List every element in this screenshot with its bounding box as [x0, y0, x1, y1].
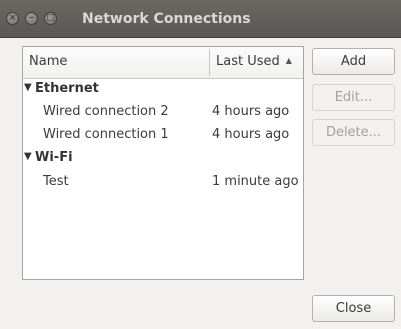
- close-icon: ×: [8, 13, 17, 23]
- connections-tree[interactable]: Name Last Used ▲ ▼ Ethernet Wired connect…: [22, 46, 304, 280]
- delete-button[interactable]: Delete...: [312, 119, 395, 146]
- sort-ascending-icon: ▲: [285, 56, 292, 65]
- column-header-name[interactable]: Name: [29, 54, 67, 69]
- connection-name: Wired connection 2: [43, 104, 169, 119]
- group-row-wifi[interactable]: ▼ Wi-Fi: [23, 147, 303, 170]
- group-label: Ethernet: [35, 81, 99, 96]
- connection-name: Wired connection 1: [43, 127, 169, 142]
- maximize-icon: □: [46, 13, 55, 23]
- expander-icon[interactable]: ▼: [24, 82, 32, 93]
- window-minimize-button[interactable]: –: [25, 12, 38, 25]
- window-title: Network Connections: [82, 11, 251, 27]
- column-header-last-used-label: Last Used: [216, 54, 280, 69]
- connection-row[interactable]: Wired connection 1 4 hours ago: [23, 124, 303, 147]
- close-button[interactable]: Close: [312, 295, 395, 322]
- minimize-icon: –: [29, 13, 34, 23]
- edit-button[interactable]: Edit...: [312, 84, 395, 111]
- group-row-ethernet[interactable]: ▼ Ethernet: [23, 78, 303, 101]
- column-header-last-used[interactable]: Last Used ▲: [216, 54, 292, 69]
- expander-icon[interactable]: ▼: [24, 151, 32, 162]
- connection-last-used: 4 hours ago: [212, 127, 290, 142]
- window-maximize-button[interactable]: □: [44, 12, 57, 25]
- window-close-button[interactable]: ×: [6, 12, 19, 25]
- connection-name: Test: [43, 174, 69, 189]
- tree-header: Name Last Used ▲: [23, 47, 303, 79]
- connection-last-used: 1 minute ago: [212, 174, 299, 189]
- connection-row[interactable]: Wired connection 2 4 hours ago: [23, 101, 303, 124]
- add-button[interactable]: Add: [312, 48, 395, 75]
- title-bar: × – □ Network Connections: [0, 0, 401, 38]
- column-divider[interactable]: [209, 49, 210, 76]
- connection-row[interactable]: Test 1 minute ago: [23, 171, 303, 194]
- connection-last-used: 4 hours ago: [212, 104, 290, 119]
- group-label: Wi-Fi: [35, 150, 73, 165]
